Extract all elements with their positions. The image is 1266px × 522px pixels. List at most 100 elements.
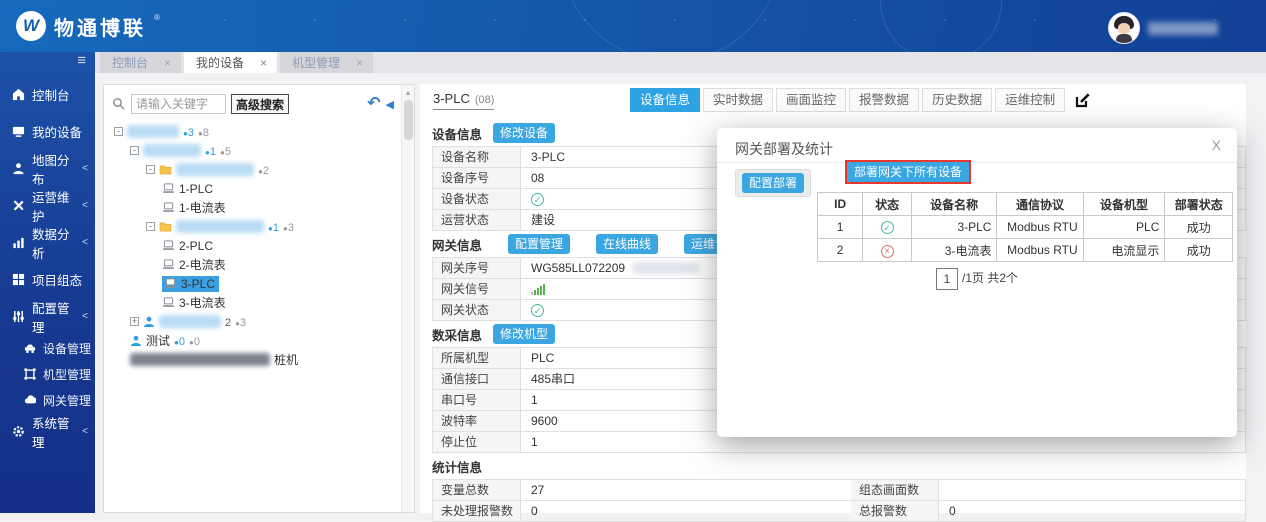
sidebar-subitem-6-0[interactable]: 设备管理 bbox=[0, 335, 95, 361]
section-button-1-1[interactable]: 在线曲线 bbox=[596, 234, 658, 254]
detail-tab-1[interactable]: 实时数据 bbox=[703, 88, 773, 112]
scrollbar-thumb[interactable] bbox=[404, 100, 413, 140]
sidebar-item-3[interactable]: 运营维护< bbox=[0, 187, 95, 224]
tree-node-6[interactable]: 2-PLC bbox=[110, 236, 400, 255]
count-badge: ●5 bbox=[220, 144, 231, 158]
tree-node-11[interactable]: 测试●0●0 bbox=[110, 331, 400, 350]
collapse-node-icon[interactable]: - bbox=[146, 165, 155, 174]
top-bar: W 物通博联 ® bbox=[0, 0, 1266, 52]
tree-node-selected: 3-PLC bbox=[162, 276, 219, 292]
sidebar-subitem-6-2[interactable]: 网关管理 bbox=[0, 387, 95, 413]
tree-node-label: 1-PLC bbox=[179, 182, 213, 196]
folder-icon bbox=[159, 164, 172, 175]
sidebar-item-4[interactable]: 数据分析< bbox=[0, 224, 95, 261]
hamburger-icon[interactable]: ≡ bbox=[77, 53, 86, 68]
form-row-label: 网关状态 bbox=[433, 300, 521, 320]
form-value-text: 1 bbox=[531, 390, 538, 410]
section-button-2-0[interactable]: 修改机型 bbox=[493, 324, 555, 344]
section-title: 网关信息 bbox=[432, 235, 482, 254]
tree-scrollbar[interactable]: ▴ bbox=[401, 85, 414, 512]
tree-node-12[interactable]: 桩机 bbox=[110, 350, 400, 369]
tree-node-8[interactable]: 3-PLC bbox=[110, 274, 400, 293]
sidebar: ≡ 控制台我的设备地图分布<运营维护<数据分析<项目组态配置管理<设备管理机型管… bbox=[0, 52, 95, 513]
sidebar-item-0[interactable]: 控制台 bbox=[0, 76, 95, 113]
form-row-label: 运营状态 bbox=[433, 210, 521, 230]
count-badge: ●3 bbox=[183, 125, 194, 139]
sidebar-item-label: 项目组态 bbox=[32, 270, 82, 289]
sidebar-item-6[interactable]: 配置管理< bbox=[0, 298, 95, 335]
expand-node-icon[interactable]: + bbox=[130, 317, 139, 326]
chevron-icon: < bbox=[82, 426, 88, 437]
tab-close-icon[interactable]: × bbox=[356, 56, 363, 70]
tree-node-0[interactable]: -●3●8 bbox=[110, 122, 400, 141]
deploy-button[interactable]: 配置部署 bbox=[742, 173, 804, 193]
collapse-panel-icon[interactable]: ◀ bbox=[386, 98, 394, 111]
logo-trademark: ® bbox=[154, 13, 160, 22]
count-badge: ●3 bbox=[283, 220, 294, 234]
analysis-icon bbox=[11, 236, 25, 250]
detail-tab-3[interactable]: 报警数据 bbox=[849, 88, 919, 112]
collapse-node-icon[interactable]: - bbox=[114, 127, 123, 136]
badge-count: 3 bbox=[188, 127, 194, 139]
sidebar-item-7[interactable]: 系统管理< bbox=[0, 413, 95, 450]
section-button-1-0[interactable]: 配置管理 bbox=[508, 234, 570, 254]
detail-tab-4[interactable]: 历史数据 bbox=[922, 88, 992, 112]
gateway-deploy-modal: 网关部署及统计 X 配置部署 部署网关下所有设备 ID状态设备名称通信协议设备机… bbox=[717, 128, 1237, 437]
search-input[interactable] bbox=[131, 94, 226, 114]
stats-value: 0 bbox=[521, 501, 851, 521]
stats-value: 27 bbox=[521, 480, 851, 500]
advanced-search-button[interactable]: 高级搜索 bbox=[231, 94, 289, 114]
tree-node-label: 2-PLC bbox=[179, 239, 213, 253]
tree-node-9[interactable]: 3-电流表 bbox=[110, 293, 400, 312]
tree-node-4[interactable]: 1-电流表 bbox=[110, 198, 400, 217]
tree-node-3[interactable]: 1-PLC bbox=[110, 179, 400, 198]
modal-close-icon[interactable]: X bbox=[1212, 137, 1221, 153]
collapse-node-icon[interactable]: - bbox=[130, 146, 139, 155]
tree-node-7[interactable]: 2-电流表 bbox=[110, 255, 400, 274]
logo-text: 物通博联 bbox=[54, 12, 146, 41]
window-tab-1[interactable]: 我的设备× bbox=[184, 52, 277, 73]
sidebar-item-1[interactable]: 我的设备 bbox=[0, 113, 95, 150]
tree-node-5[interactable]: -●1●3 bbox=[110, 217, 400, 236]
window-tab-0[interactable]: 控制台× bbox=[100, 52, 181, 73]
undo-icon[interactable]: ↶ bbox=[367, 97, 380, 111]
collapse-node-icon[interactable]: - bbox=[146, 222, 155, 231]
sidebar-item-label: 运营维护 bbox=[32, 187, 75, 225]
status-ok-icon: ✓ bbox=[881, 221, 894, 234]
tab-close-icon[interactable]: × bbox=[164, 56, 171, 70]
scroll-up-arrow[interactable]: ▴ bbox=[402, 85, 414, 97]
detail-tab-2[interactable]: 画面监控 bbox=[776, 88, 846, 112]
tree-node-10[interactable]: +2●3 bbox=[110, 312, 400, 331]
modal-title: 网关部署及统计 bbox=[735, 139, 833, 159]
column-header: 部署状态 bbox=[1165, 193, 1233, 216]
cell-model: PLC bbox=[1083, 216, 1165, 239]
detail-tab-5[interactable]: 运维控制 bbox=[995, 88, 1065, 112]
form-value-text: 建设 bbox=[531, 210, 555, 230]
section-button-0-0[interactable]: 修改设备 bbox=[493, 123, 555, 143]
deploy-status-table: ID状态设备名称通信协议设备机型部署状态 1✓3-PLCModbus RTUPL… bbox=[817, 192, 1233, 262]
detail-tab-0[interactable]: 设备信息 bbox=[630, 88, 700, 112]
stats-value: 0 bbox=[939, 501, 1245, 521]
edit-icon[interactable] bbox=[1075, 93, 1090, 108]
device-icon bbox=[162, 240, 175, 251]
deploy-all-devices-button[interactable]: 部署网关下所有设备 bbox=[847, 162, 969, 182]
tree-node-2[interactable]: -●2 bbox=[110, 160, 400, 179]
cell-deploy-status: 成功 bbox=[1165, 216, 1233, 239]
tree-node-1[interactable]: -●1●5 bbox=[110, 141, 400, 160]
sidebar-item-5[interactable]: 项目组态 bbox=[0, 261, 95, 298]
tree-node-label: 桩机 bbox=[274, 351, 298, 368]
sidebar-subitem-6-1[interactable]: 机型管理 bbox=[0, 361, 95, 387]
tab-close-icon[interactable]: × bbox=[260, 56, 267, 70]
pagination: 1/1页 共2个 bbox=[717, 268, 1237, 290]
device-title: 3-PLC bbox=[433, 91, 470, 106]
table-header-row: ID状态设备名称通信协议设备机型部署状态 bbox=[818, 193, 1233, 216]
sidebar-subitem-label: 网关管理 bbox=[43, 392, 91, 409]
status-ok-icon: ✓ bbox=[531, 193, 544, 206]
sidebar-item-2[interactable]: 地图分布< bbox=[0, 150, 95, 187]
user-avatar[interactable] bbox=[1108, 12, 1140, 44]
sidebar-item-label: 地图分布 bbox=[32, 150, 75, 188]
badge-count: 5 bbox=[225, 146, 231, 158]
badge-count: 2 bbox=[263, 165, 269, 177]
window-tab-2[interactable]: 机型管理× bbox=[280, 52, 373, 73]
page-number-box[interactable]: 1 bbox=[936, 268, 958, 290]
